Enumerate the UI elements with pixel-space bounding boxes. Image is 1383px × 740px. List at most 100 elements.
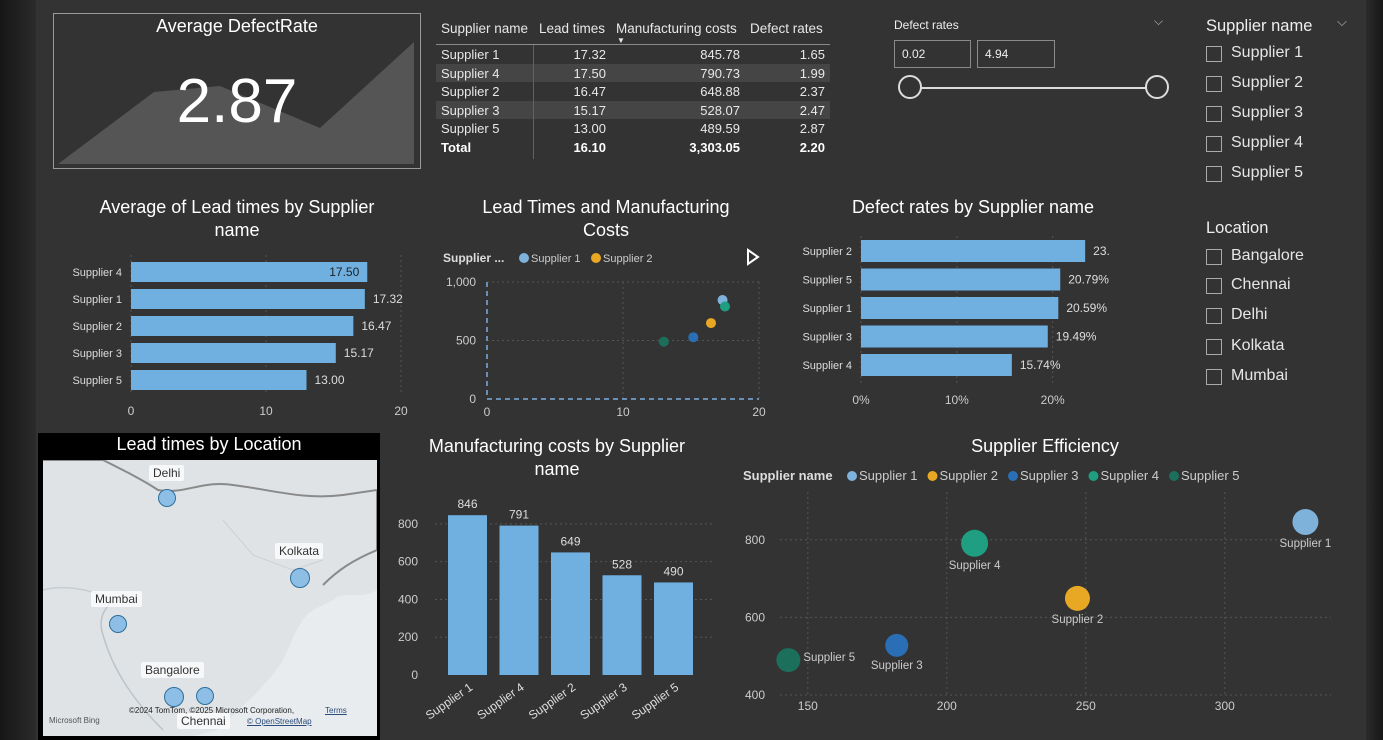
- legend-marker[interactable]: [847, 471, 857, 481]
- table-row[interactable]: Supplier 4 17.50 790.73 1.99: [436, 63, 830, 82]
- location-checkbox-label[interactable]: Delhi: [1231, 306, 1267, 324]
- bubble[interactable]: [1064, 585, 1090, 611]
- map-bubble-mumbai[interactable]: [109, 615, 127, 633]
- report-frame-right: [1366, 0, 1383, 740]
- x-tick-label: 10%: [945, 393, 969, 407]
- map-bubble-kolkata[interactable]: [290, 568, 310, 588]
- scatter-point[interactable]: [658, 336, 669, 347]
- bar[interactable]: [861, 354, 1012, 376]
- supplier-checkbox-label[interactable]: Supplier 2: [1231, 74, 1303, 92]
- supplier-checkbox[interactable]: [1206, 166, 1222, 182]
- legend-marker[interactable]: [1088, 471, 1099, 481]
- bubble[interactable]: [1292, 508, 1319, 535]
- map-terms-link[interactable]: Terms: [325, 706, 347, 715]
- kpi-card[interactable]: Average DefectRate 2.87: [53, 13, 421, 169]
- table-row[interactable]: Supplier 2 16.47 648.88 2.37: [436, 82, 830, 101]
- bar[interactable]: [499, 525, 539, 675]
- slicer-min-handle[interactable]: [898, 75, 922, 99]
- bar[interactable]: [131, 370, 307, 390]
- y-category-label: Supplier 2: [802, 246, 852, 258]
- supplier-checkbox-label[interactable]: Supplier 4: [1231, 134, 1303, 152]
- bubble[interactable]: [885, 633, 909, 657]
- table-row[interactable]: Supplier 3 15.17 528.07 2.47: [436, 100, 830, 119]
- scatter-point[interactable]: [688, 332, 699, 343]
- location-checkbox[interactable]: [1206, 308, 1222, 324]
- location-checkbox[interactable]: [1206, 339, 1222, 355]
- col-header-supplier[interactable]: Supplier name: [441, 21, 528, 36]
- report-frame-left: [0, 0, 36, 740]
- efficiency-chart[interactable]: Supplier name Supplier 1 Supplier 2 Supplie…: [740, 462, 1360, 722]
- lead-times-chart[interactable]: 0 10 20 Supplier 4 17.50 Supplier 1 17.32 Suppl…: [40, 250, 420, 425]
- bar[interactable]: [131, 316, 354, 336]
- chevron-down-icon[interactable]: ⌵: [1154, 14, 1163, 29]
- col-header-lead-times[interactable]: Lead times: [539, 21, 605, 36]
- location-checkbox-label[interactable]: Mumbai: [1231, 367, 1288, 385]
- y-category-label: Supplier 5: [802, 275, 852, 287]
- data-label: 13.00: [315, 373, 345, 387]
- mfg-cost-chart[interactable]: 0 200 400 600 800 846 Supplier 1 791 Supplier 4 6…: [390, 485, 730, 735]
- map-bubble-delhi[interactable]: [158, 489, 176, 507]
- bar[interactable]: [131, 289, 365, 309]
- col-header-manufacturing-costs[interactable]: Manufacturing costs: [616, 21, 737, 36]
- supplier-table[interactable]: Supplier name Lead times Manufacturing c…: [436, 18, 830, 156]
- slicer-max-input[interactable]: 4.94: [977, 40, 1055, 68]
- legend-label: Supplier 1: [859, 468, 918, 483]
- table-row[interactable]: Supplier 1 17.32 845.78 1.65: [436, 45, 830, 64]
- table-row[interactable]: Supplier 5 13.00 489.59 2.87: [436, 119, 830, 138]
- lead-cost-chart[interactable]: Supplier ... Supplier 1 Supplier 2 0 500 1,00…: [436, 242, 776, 422]
- x-category-label: Supplier 2: [526, 680, 579, 723]
- data-label: 20.59%: [1066, 301, 1107, 315]
- slicer-min-input[interactable]: 0.02: [894, 40, 971, 68]
- location-checkbox[interactable]: [1206, 249, 1222, 265]
- legend-marker[interactable]: [1008, 471, 1018, 481]
- legend-marker[interactable]: [591, 253, 601, 263]
- osm-link[interactable]: © OpenStreetMap: [247, 717, 312, 726]
- chevron-down-icon[interactable]: ⌵: [1337, 14, 1347, 30]
- map-bubble-chennai[interactable]: [196, 687, 214, 705]
- supplier-checkbox-label[interactable]: Supplier 3: [1231, 104, 1303, 122]
- supplier-checkbox[interactable]: [1206, 106, 1222, 122]
- scatter-point[interactable]: [705, 318, 716, 329]
- defect-chart[interactable]: 0% 10% 20% Supplier 2 23.39% Supplier 5 20.79%…: [780, 234, 1110, 414]
- defect-chart-title: Defect rates by Supplier name: [851, 197, 1095, 217]
- y-category-label: Supplier 3: [802, 332, 852, 344]
- supplier-checkbox[interactable]: [1206, 76, 1222, 92]
- scatter-point[interactable]: [720, 301, 730, 312]
- bar[interactable]: [861, 240, 1086, 262]
- location-map[interactable]: Delhi Kolkata Mumbai Bangalore Chennai M…: [43, 460, 377, 736]
- bar[interactable]: [131, 343, 336, 363]
- cell-lead-time: 17.32: [573, 47, 606, 62]
- map-bubble-bangalore[interactable]: [164, 687, 184, 707]
- slicer-max-handle[interactable]: [1145, 75, 1169, 99]
- location-checkbox-label[interactable]: Bangalore: [1231, 247, 1304, 265]
- bar[interactable]: [861, 297, 1059, 319]
- legend-label: Supplier 4: [1101, 468, 1160, 483]
- cell-supplier: Supplier 3: [441, 102, 500, 118]
- y-category-label: Supplier 1: [802, 303, 852, 315]
- bar[interactable]: [448, 515, 487, 675]
- supplier-checkbox[interactable]: [1206, 46, 1222, 62]
- bing-logo: Microsoft Bing: [49, 716, 100, 725]
- col-header-defect-rates[interactable]: Defect rates: [750, 21, 823, 36]
- bar[interactable]: [551, 552, 590, 675]
- data-label: 846: [457, 497, 477, 511]
- legend-marker[interactable]: [927, 471, 938, 481]
- bar[interactable]: [861, 268, 1061, 291]
- location-checkbox[interactable]: [1206, 278, 1222, 294]
- location-checkbox[interactable]: [1206, 369, 1222, 385]
- supplier-checkbox-label[interactable]: Supplier 5: [1231, 164, 1303, 182]
- legend-marker[interactable]: [519, 253, 529, 263]
- legend-label: Supplier 2: [603, 253, 653, 265]
- bubble[interactable]: [961, 529, 989, 557]
- bar[interactable]: [602, 575, 642, 675]
- bar[interactable]: [654, 582, 693, 675]
- location-checkbox-label[interactable]: Chennai: [1231, 276, 1291, 294]
- x-tick-label: 20: [394, 404, 408, 418]
- supplier-checkbox-label[interactable]: Supplier 1: [1231, 44, 1303, 62]
- bar[interactable]: [861, 325, 1048, 348]
- location-checkbox-label[interactable]: Kolkata: [1231, 337, 1284, 355]
- supplier-checkbox[interactable]: [1206, 136, 1222, 152]
- y-tick-label: 400: [398, 592, 418, 606]
- bubble[interactable]: [776, 648, 801, 673]
- legend-marker[interactable]: [1169, 471, 1179, 481]
